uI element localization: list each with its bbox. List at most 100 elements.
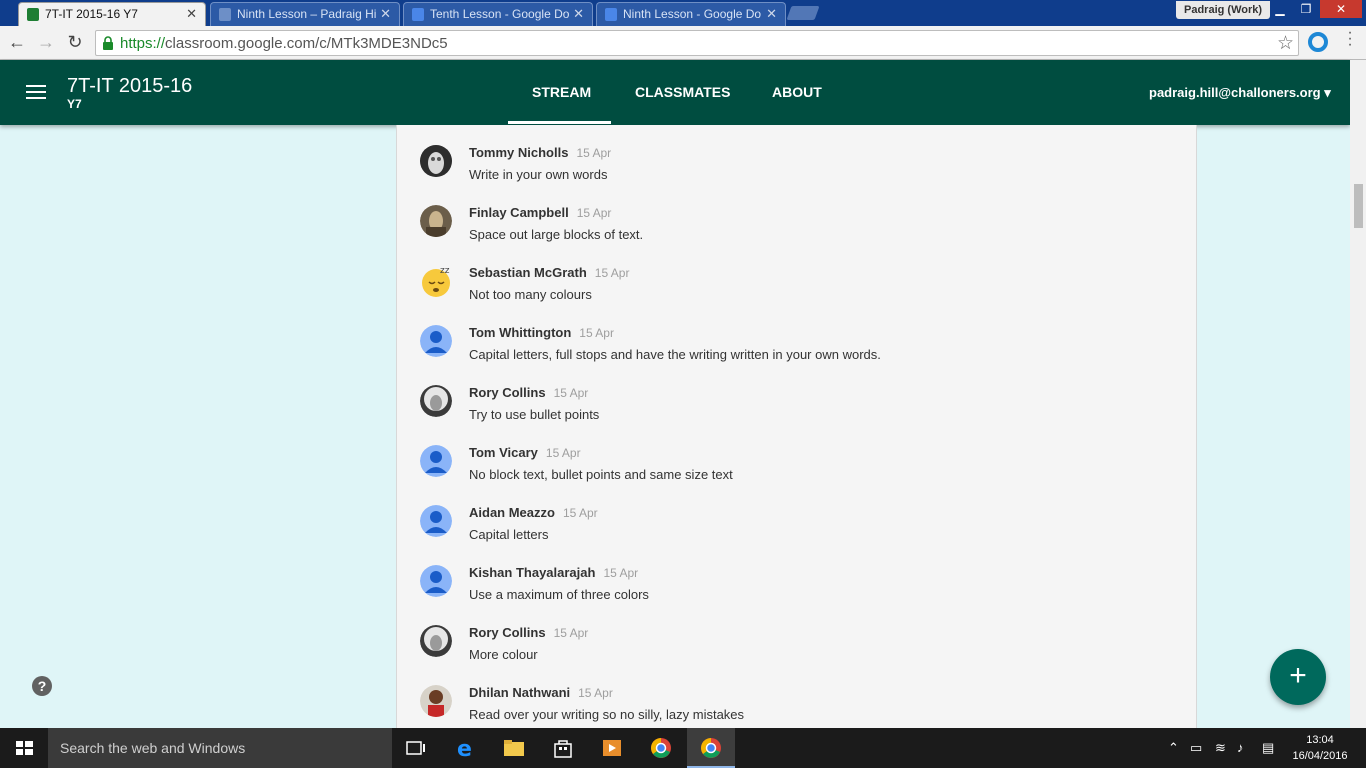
chrome-button[interactable] [637, 728, 685, 768]
close-tab-icon[interactable]: ✕ [380, 3, 391, 25]
sleepy-emoji-icon: zz [422, 266, 450, 297]
docs-favicon-icon [412, 8, 424, 21]
comment-date: 15 Apr [545, 446, 581, 460]
comment-item: Kishan Thayalarajah 15 Apr Use a maximum … [397, 545, 1196, 605]
reload-icon[interactable]: ↻ [64, 31, 86, 53]
address-bar[interactable]: https://classroom.google.com/c/MTk3MDE3N… [95, 30, 1299, 56]
add-post-button[interactable]: + [1270, 649, 1326, 705]
default-person-icon [420, 325, 452, 357]
avatar[interactable] [420, 445, 452, 477]
taskbar-search-placeholder: Search the web and Windows [60, 740, 246, 756]
battery-icon[interactable]: ▭ [1190, 740, 1202, 756]
browser-menu-icon[interactable]: · · · [1340, 25, 1360, 53]
class-section: Y7 [67, 97, 82, 111]
comment-author: Finlay Campbell 15 Apr [469, 205, 612, 220]
browser-tab-classroom[interactable]: 7T-IT 2015-16 Y7 ✕ [18, 2, 206, 26]
tab-title: Tenth Lesson - Google Do [430, 7, 570, 21]
svg-text:zz: zz [440, 266, 450, 276]
extension-icon[interactable] [1308, 32, 1328, 52]
child-photo-icon [420, 685, 452, 717]
maximize-window-button[interactable]: ❐ [1294, 0, 1318, 18]
close-window-button[interactable]: ✕ [1320, 0, 1362, 18]
comment-text: Read over your writing so no silly, lazy… [469, 707, 745, 722]
notifications-icon[interactable]: ▤ [1262, 740, 1274, 756]
show-hidden-icons-chevron-icon[interactable]: ⌃ [1168, 740, 1179, 756]
avatar[interactable] [420, 385, 452, 417]
help-icon[interactable]: ? [32, 676, 52, 696]
tab-classmates[interactable]: CLASSMATES [635, 84, 730, 100]
comment-author: Kishan Thayalarajah 15 Apr [469, 565, 639, 580]
taskbar-search-box[interactable]: Search the web and Windows [48, 728, 392, 768]
tab-stream[interactable]: STREAM [532, 84, 591, 100]
browser-title-bar: 7T-IT 2015-16 Y7 ✕ Ninth Lesson – Padrai… [0, 0, 1366, 26]
comment-text: No block text, bullet points and same si… [469, 467, 733, 482]
comment-text: Use a maximum of three colors [469, 587, 649, 602]
avatar[interactable] [420, 565, 452, 597]
tab-about[interactable]: ABOUT [772, 84, 822, 100]
avatar[interactable]: zz [420, 265, 452, 297]
chrome-work-button[interactable] [687, 728, 735, 768]
stream-comments-card: Tommy Nicholls 15 Apr Write in your own w… [396, 125, 1197, 728]
task-view-button[interactable] [392, 728, 440, 768]
chrome-icon [651, 738, 671, 758]
svg-text:e: e [457, 737, 472, 759]
forward-arrow-icon[interactable]: → [35, 31, 57, 53]
new-tab-button[interactable] [786, 6, 820, 20]
comment-text: Space out large blocks of text. [469, 227, 644, 242]
comment-author: Sebastian McGrath 15 Apr [469, 265, 630, 280]
scrollbar-thumb[interactable] [1354, 184, 1363, 228]
store-bag-icon [554, 740, 572, 758]
edge-button[interactable]: e [442, 728, 490, 768]
avatar[interactable] [420, 505, 452, 537]
browser-tab-ninth-lesson-site[interactable]: Ninth Lesson – Padraig Hi ✕ [210, 2, 400, 26]
clock-time: 13:04 [1306, 734, 1334, 746]
page-scrollbar[interactable] [1350, 60, 1366, 728]
comment-item: Tom Whittington 15 Apr Capital letters, f… [397, 305, 1196, 365]
close-tab-icon[interactable]: ✕ [186, 3, 197, 25]
comment-item: Tommy Nicholls 15 Apr Write in your own w… [397, 125, 1196, 185]
video-app-button[interactable] [588, 728, 636, 768]
einstein-photo-icon [420, 385, 452, 417]
comment-item: Rory Collins 15 Apr Try to use bullet poi… [397, 365, 1196, 425]
windows-start-button[interactable] [0, 728, 48, 768]
comment-item: Dhilan Nathwani 15 Apr Read over your wri… [397, 665, 1196, 725]
windows-logo-icon [16, 741, 33, 755]
browser-profile-badge[interactable]: Padraig (Work) [1176, 1, 1271, 19]
store-button[interactable] [539, 728, 587, 768]
account-email: padraig.hill@challoners.org [1149, 85, 1321, 100]
minimize-window-button[interactable]: ▁ [1268, 0, 1292, 18]
comment-author: Aidan Meazzo 15 Apr [469, 505, 598, 520]
video-player-icon [603, 740, 621, 756]
close-tab-icon[interactable]: ✕ [573, 3, 584, 25]
folder-icon [504, 740, 524, 756]
avatar[interactable] [420, 625, 452, 657]
comment-date: 15 Apr [594, 266, 630, 280]
comment-item: zz Sebastian McGrath 15 Apr Not too many … [397, 245, 1196, 305]
comment-item: Rory Collins 15 Apr More colour [397, 605, 1196, 665]
comment-author: Tom Vicary 15 Apr [469, 445, 581, 460]
edge-icon: e [457, 737, 472, 759]
browser-tab-tenth-lesson-doc[interactable]: Tenth Lesson - Google Do ✕ [403, 2, 593, 26]
bookmark-star-icon[interactable]: ☆ [1277, 32, 1294, 55]
lock-icon [103, 36, 113, 50]
wifi-icon[interactable]: ≋ [1215, 740, 1226, 756]
comment-text: Write in your own words [469, 167, 608, 182]
volume-icon[interactable]: ♪ [1237, 740, 1244, 755]
comment-date: 15 Apr [576, 146, 612, 160]
browser-tab-ninth-lesson-doc[interactable]: Ninth Lesson - Google Do ✕ [596, 2, 786, 26]
avatar[interactable] [420, 685, 452, 717]
file-explorer-button[interactable] [490, 728, 538, 768]
menu-icon[interactable] [26, 85, 46, 99]
url-path: classroom.google.com/c/MTk3MDE3NDc5 [165, 35, 448, 52]
taskbar-clock[interactable]: 13:04 16/04/2016 [1290, 732, 1350, 764]
url-scheme: https:// [120, 35, 166, 52]
comment-text: Capital letters [469, 527, 549, 542]
avatar[interactable] [420, 205, 452, 237]
url-text: https://classroom.google.com/c/MTk3MDE3N… [120, 35, 448, 52]
avatar[interactable] [420, 145, 452, 177]
account-menu[interactable]: padraig.hill@challoners.org ▾ [1149, 85, 1331, 101]
avatar[interactable] [420, 325, 452, 357]
back-arrow-icon[interactable]: ← [6, 31, 28, 53]
close-tab-icon[interactable]: ✕ [766, 3, 777, 25]
comment-date: 15 Apr [579, 326, 614, 340]
